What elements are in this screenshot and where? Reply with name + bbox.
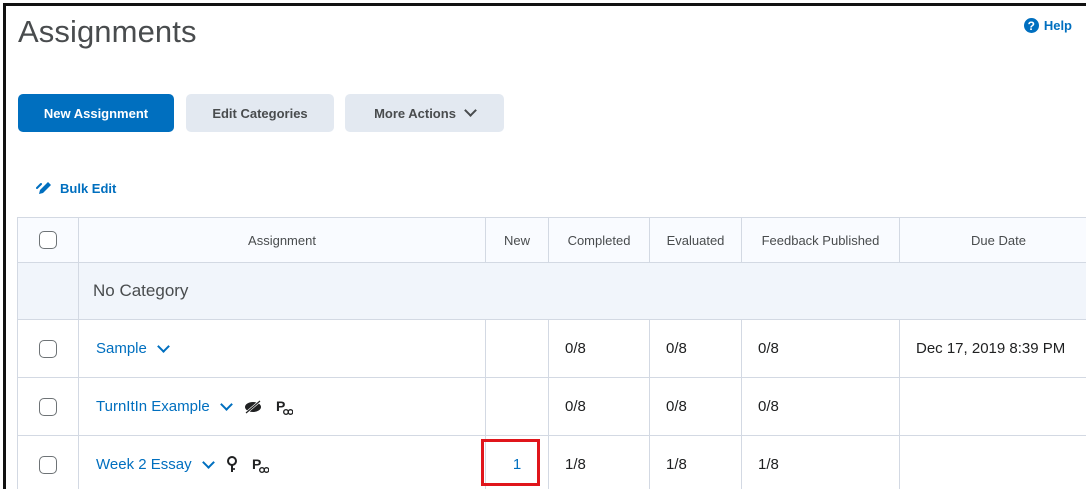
category-label: No Category xyxy=(78,262,1086,320)
chevron-down-icon[interactable] xyxy=(201,455,215,469)
feedback-count: 0/8 xyxy=(741,319,900,378)
more-actions-button[interactable]: More Actions xyxy=(345,94,504,132)
row-checkbox[interactable] xyxy=(39,455,57,474)
due-date xyxy=(899,435,1086,489)
restriction-pin-icon xyxy=(225,455,239,474)
completed-count: 0/8 xyxy=(548,377,650,436)
table-row: Week 2 Essay P 1 1/8 1/8 1/8 xyxy=(17,435,1086,489)
bulk-edit-label: Bulk Edit xyxy=(60,180,117,196)
new-count xyxy=(485,377,549,436)
select-all-cell xyxy=(17,217,79,263)
row-checkbox[interactable] xyxy=(39,339,57,358)
evaluated-count: 0/8 xyxy=(649,377,742,436)
table-row: Sample 0/8 0/8 0/8 Dec 17, 2019 8:39 PM xyxy=(17,319,1086,378)
evaluated-count: 1/8 xyxy=(649,435,742,489)
chevron-down-icon[interactable] xyxy=(219,397,233,411)
new-submissions-link[interactable]: 1 xyxy=(513,456,521,473)
completed-count: 1/8 xyxy=(548,435,650,489)
header-evaluated[interactable]: Evaluated xyxy=(649,217,742,263)
highlight-box xyxy=(481,439,540,486)
edit-categories-button[interactable]: Edit Categories xyxy=(186,94,334,132)
completed-count: 0/8 xyxy=(548,319,650,378)
assignment-link[interactable]: TurnItIn Example xyxy=(96,398,210,415)
row-checkbox[interactable] xyxy=(39,397,57,416)
feedback-count: 1/8 xyxy=(741,435,900,489)
assignment-link[interactable]: Sample xyxy=(96,340,147,357)
category-spacer xyxy=(17,262,79,320)
table-header-row: Assignment New Completed Evaluated Feedb… xyxy=(17,217,1086,263)
help-label: Help xyxy=(1043,18,1072,33)
turnitin-icon: P xyxy=(275,398,293,416)
help-icon: ? xyxy=(1023,18,1039,33)
header-assignment[interactable]: Assignment xyxy=(78,217,486,263)
due-date: Dec 17, 2019 8:39 PM xyxy=(899,319,1086,378)
new-assignment-button[interactable]: New Assignment xyxy=(18,94,174,132)
feedback-count: 0/8 xyxy=(741,377,900,436)
chevron-down-icon[interactable] xyxy=(156,339,170,353)
page-title: Assignments xyxy=(18,14,197,49)
help-link[interactable]: ? Help xyxy=(1023,18,1072,33)
bulk-edit-link[interactable]: Bulk Edit xyxy=(36,180,116,196)
header-new[interactable]: New xyxy=(485,217,549,263)
due-date xyxy=(899,377,1086,436)
app-window: Assignments ? Help New Assignment Edit C… xyxy=(3,3,1086,489)
new-count xyxy=(485,319,549,378)
table-row: TurnItIn Example P 0/8 0/8 0/8 xyxy=(17,377,1086,436)
category-row: No Category xyxy=(17,262,1086,320)
pencil-icon xyxy=(36,180,56,196)
turnitin-icon: P xyxy=(251,456,269,474)
assignments-table: Assignment New Completed Evaluated Feedb… xyxy=(17,217,1086,489)
more-actions-label: More Actions xyxy=(374,105,456,121)
hidden-eye-icon xyxy=(243,399,263,415)
select-all-checkbox[interactable] xyxy=(39,231,57,249)
new-count-cell: 1 xyxy=(481,435,549,489)
assignment-link[interactable]: Week 2 Essay xyxy=(96,456,192,473)
header-completed[interactable]: Completed xyxy=(548,217,650,263)
header-feedback-published[interactable]: Feedback Published xyxy=(741,217,900,263)
evaluated-count: 0/8 xyxy=(649,319,742,378)
chevron-down-icon xyxy=(464,104,477,117)
header-due-date[interactable]: Due Date xyxy=(899,217,1086,263)
